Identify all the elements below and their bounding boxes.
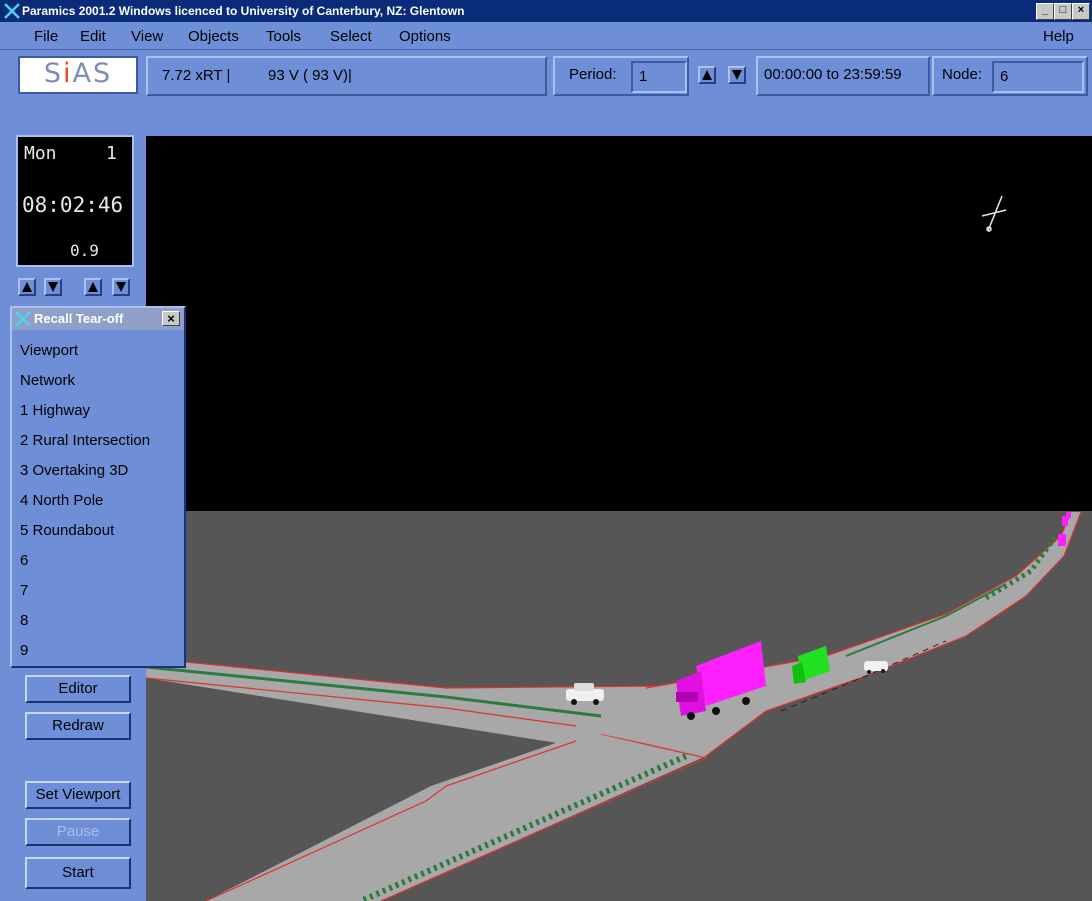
clock-up-button-1[interactable]	[18, 278, 36, 296]
logo-text: SiAS	[43, 58, 113, 89]
recall-item-7[interactable]: 7	[20, 582, 28, 599]
period-up-button[interactable]	[698, 66, 716, 84]
close-icon: ×	[167, 311, 175, 326]
recall-close-button[interactable]: ×	[162, 311, 180, 326]
network-view	[146, 136, 1092, 901]
close-button[interactable]: ×	[1072, 3, 1090, 20]
start-button[interactable]: Start	[25, 857, 131, 889]
recall-item-viewport[interactable]: Viewport	[20, 342, 78, 359]
menu-edit[interactable]: Edit	[80, 28, 106, 45]
sias-logo: SiAS	[18, 56, 138, 94]
status-panel: 7.72 xRT | 93 V ( 93 V)|	[146, 56, 547, 96]
clock-down-button-1[interactable]	[44, 278, 62, 296]
period-label: Period:	[569, 66, 617, 83]
arrow-down-icon	[732, 70, 742, 80]
recall-item-3[interactable]: 3 Overtaking 3D	[20, 462, 128, 479]
arrow-down-icon	[48, 282, 58, 292]
editor-button[interactable]: Editor	[25, 675, 131, 703]
recall-tear-off-panel: Recall Tear-off × Viewport Network 1 Hig…	[10, 306, 186, 668]
recall-item-9[interactable]: 9	[20, 642, 28, 659]
node-label: Node:	[942, 66, 983, 83]
clock-up-button-2[interactable]	[84, 278, 102, 296]
arrow-up-icon	[22, 282, 32, 292]
node-input[interactable]: 6	[992, 61, 1084, 93]
menu-file[interactable]: File	[34, 28, 58, 45]
recall-title: Recall Tear-off	[34, 311, 124, 326]
sky	[146, 136, 1092, 511]
clock-day: Mon	[24, 143, 57, 164]
simulation-clock: Mon 1 08:02:46 0.9	[16, 135, 134, 267]
menu-view[interactable]: View	[131, 28, 163, 45]
title-bar: Paramics 2001.2 Windows licenced to Univ…	[0, 0, 1092, 22]
menu-tools[interactable]: Tools	[266, 28, 301, 45]
clock-day-number: 1	[106, 143, 117, 164]
recall-item-8[interactable]: 8	[20, 612, 28, 629]
menu-objects[interactable]: Objects	[188, 28, 239, 45]
recall-item-network[interactable]: Network	[20, 372, 75, 389]
recall-title-bar[interactable]: Recall Tear-off ×	[12, 308, 184, 330]
period-input[interactable]: 1	[631, 61, 687, 93]
menu-select[interactable]: Select	[330, 28, 372, 45]
recall-item-2[interactable]: 2 Rural Intersection	[20, 432, 150, 449]
recall-item-5[interactable]: 5 Roundabout	[20, 522, 114, 539]
recall-item-1[interactable]: 1 Highway	[20, 402, 90, 419]
menu-help[interactable]: Help	[1043, 28, 1074, 45]
simulation-viewport[interactable]	[146, 136, 1092, 901]
window-title: Paramics 2001.2 Windows licenced to Univ…	[22, 4, 465, 18]
arrow-down-icon	[116, 282, 126, 292]
clock-down-button-2[interactable]	[112, 278, 130, 296]
arrow-up-icon	[702, 70, 712, 80]
minimize-button[interactable]: _	[1036, 3, 1054, 20]
set-viewport-button[interactable]: Set Viewport	[25, 781, 131, 809]
x-logo-icon	[4, 3, 20, 19]
vehicle-count: 93 V ( 93 V)|	[268, 67, 352, 84]
speed-readout: 7.72 xRT |	[162, 67, 231, 84]
x-logo-icon	[15, 311, 31, 327]
clock-value: 0.9	[70, 241, 99, 260]
time-range-display: 00:00:00 to 23:59:59	[756, 56, 930, 96]
redraw-button[interactable]: Redraw	[25, 712, 131, 740]
arrow-up-icon	[88, 282, 98, 292]
menu-bar: File Edit View Objects Tools Select Opti…	[0, 22, 1092, 50]
menu-options[interactable]: Options	[399, 28, 451, 45]
period-down-button[interactable]	[728, 66, 746, 84]
clock-time: 08:02:46	[22, 193, 124, 217]
recall-item-6[interactable]: 6	[20, 552, 28, 569]
recall-item-4[interactable]: 4 North Pole	[20, 492, 103, 509]
pause-button[interactable]: Pause	[25, 818, 131, 846]
maximize-button[interactable]: □	[1054, 3, 1072, 20]
